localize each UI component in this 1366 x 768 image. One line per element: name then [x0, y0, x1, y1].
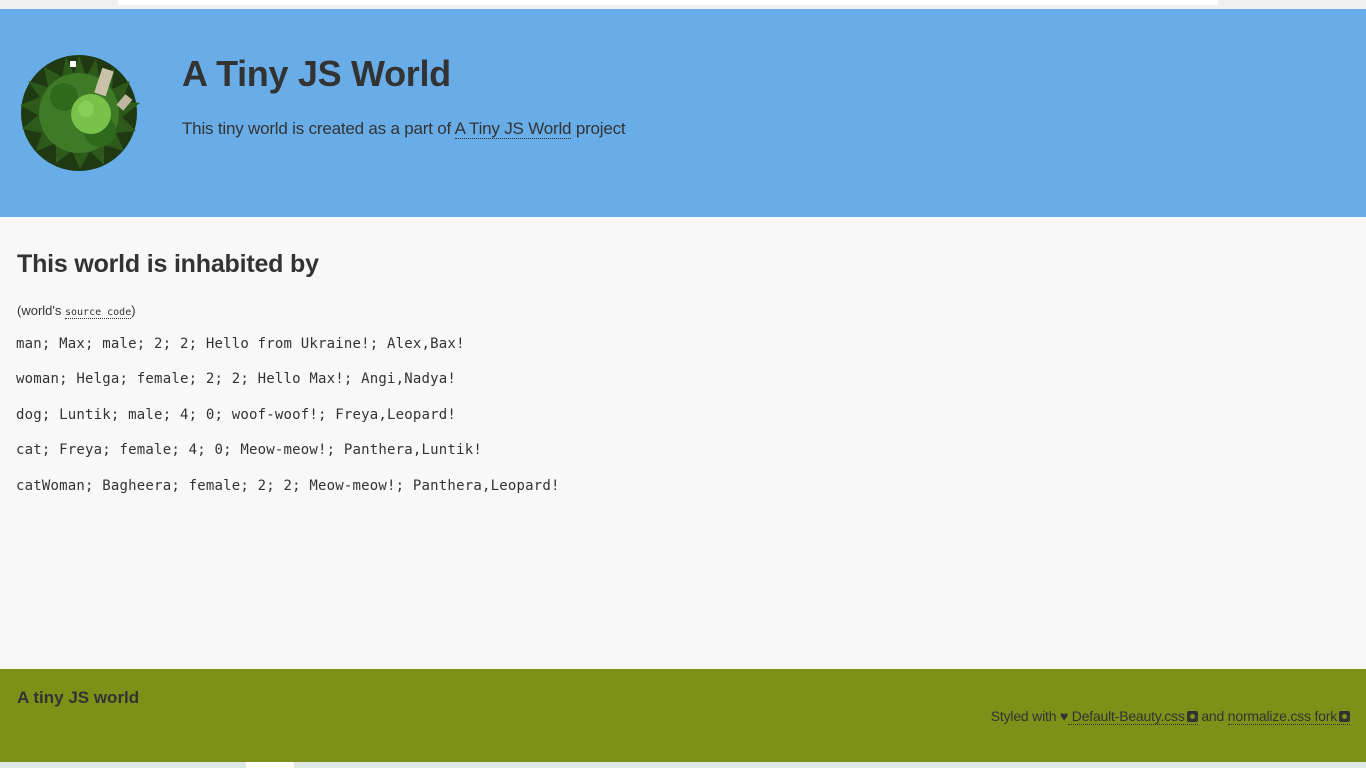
inhabitants-list: man; Max; male; 2; 2; Hello from Ukraine… — [16, 335, 560, 512]
browser-top-strip-inner — [118, 0, 1218, 5]
inhabitant-item: catWoman; Bagheera; female; 2; 2; Meow-m… — [16, 477, 560, 494]
page-tagline: This tiny world is created as a part of … — [182, 119, 626, 139]
inhabitant-item: dog; Luntik; male; 4; 0; woof-woof!; Fre… — [16, 406, 457, 423]
tiny-planet-icon — [20, 55, 140, 171]
github-icon — [1186, 711, 1198, 722]
page-footer: A tiny JS world Styled with ♥ Default-Be… — [0, 669, 1366, 762]
default-beauty-label: Default-Beauty.css — [1068, 708, 1185, 724]
browser-bottom-segment — [246, 762, 294, 768]
tagline-suffix: project — [571, 119, 626, 138]
credits-and: and — [1197, 708, 1228, 724]
source-code-link[interactable]: source code — [65, 307, 132, 319]
inhabitant-item: man; Max; male; 2; 2; Hello from Ukraine… — [16, 336, 465, 352]
normalize-label: normalize.css fork — [1227, 708, 1337, 724]
browser-top-strip — [0, 0, 1366, 9]
inhabitant-item: cat; Freya; female; 4; 0; Meow-meow!; Pa… — [16, 442, 482, 459]
footer-credits: Styled with ♥ Default-Beauty.css and nor… — [990, 708, 1350, 725]
project-link[interactable]: A Tiny JS World — [454, 119, 572, 139]
source-note-prefix: (world's — [17, 303, 65, 318]
default-beauty-link[interactable]: Default-Beauty.css — [1068, 708, 1198, 725]
github-icon — [1339, 711, 1350, 722]
browser-bottom-strip — [0, 762, 1366, 768]
heart-icon: ♥ — [1059, 708, 1069, 724]
source-note: (world's source code) — [17, 303, 136, 319]
source-note-suffix: ) — [131, 303, 136, 318]
page-title: A Tiny JS World — [182, 53, 451, 94]
page-header: A Tiny JS World This tiny world is creat… — [0, 9, 1366, 217]
inhabitants-heading: This world is inhabited by — [17, 250, 319, 278]
tagline-prefix: This tiny world is created as a part of — [182, 119, 455, 138]
credits-prefix: Styled with — [990, 708, 1060, 724]
normalize-link[interactable]: normalize.css fork — [1227, 708, 1350, 725]
footer-title: A tiny JS world — [17, 688, 140, 707]
inhabitant-item: woman; Helga; female; 2; 2; Hello Max!; … — [16, 371, 457, 388]
